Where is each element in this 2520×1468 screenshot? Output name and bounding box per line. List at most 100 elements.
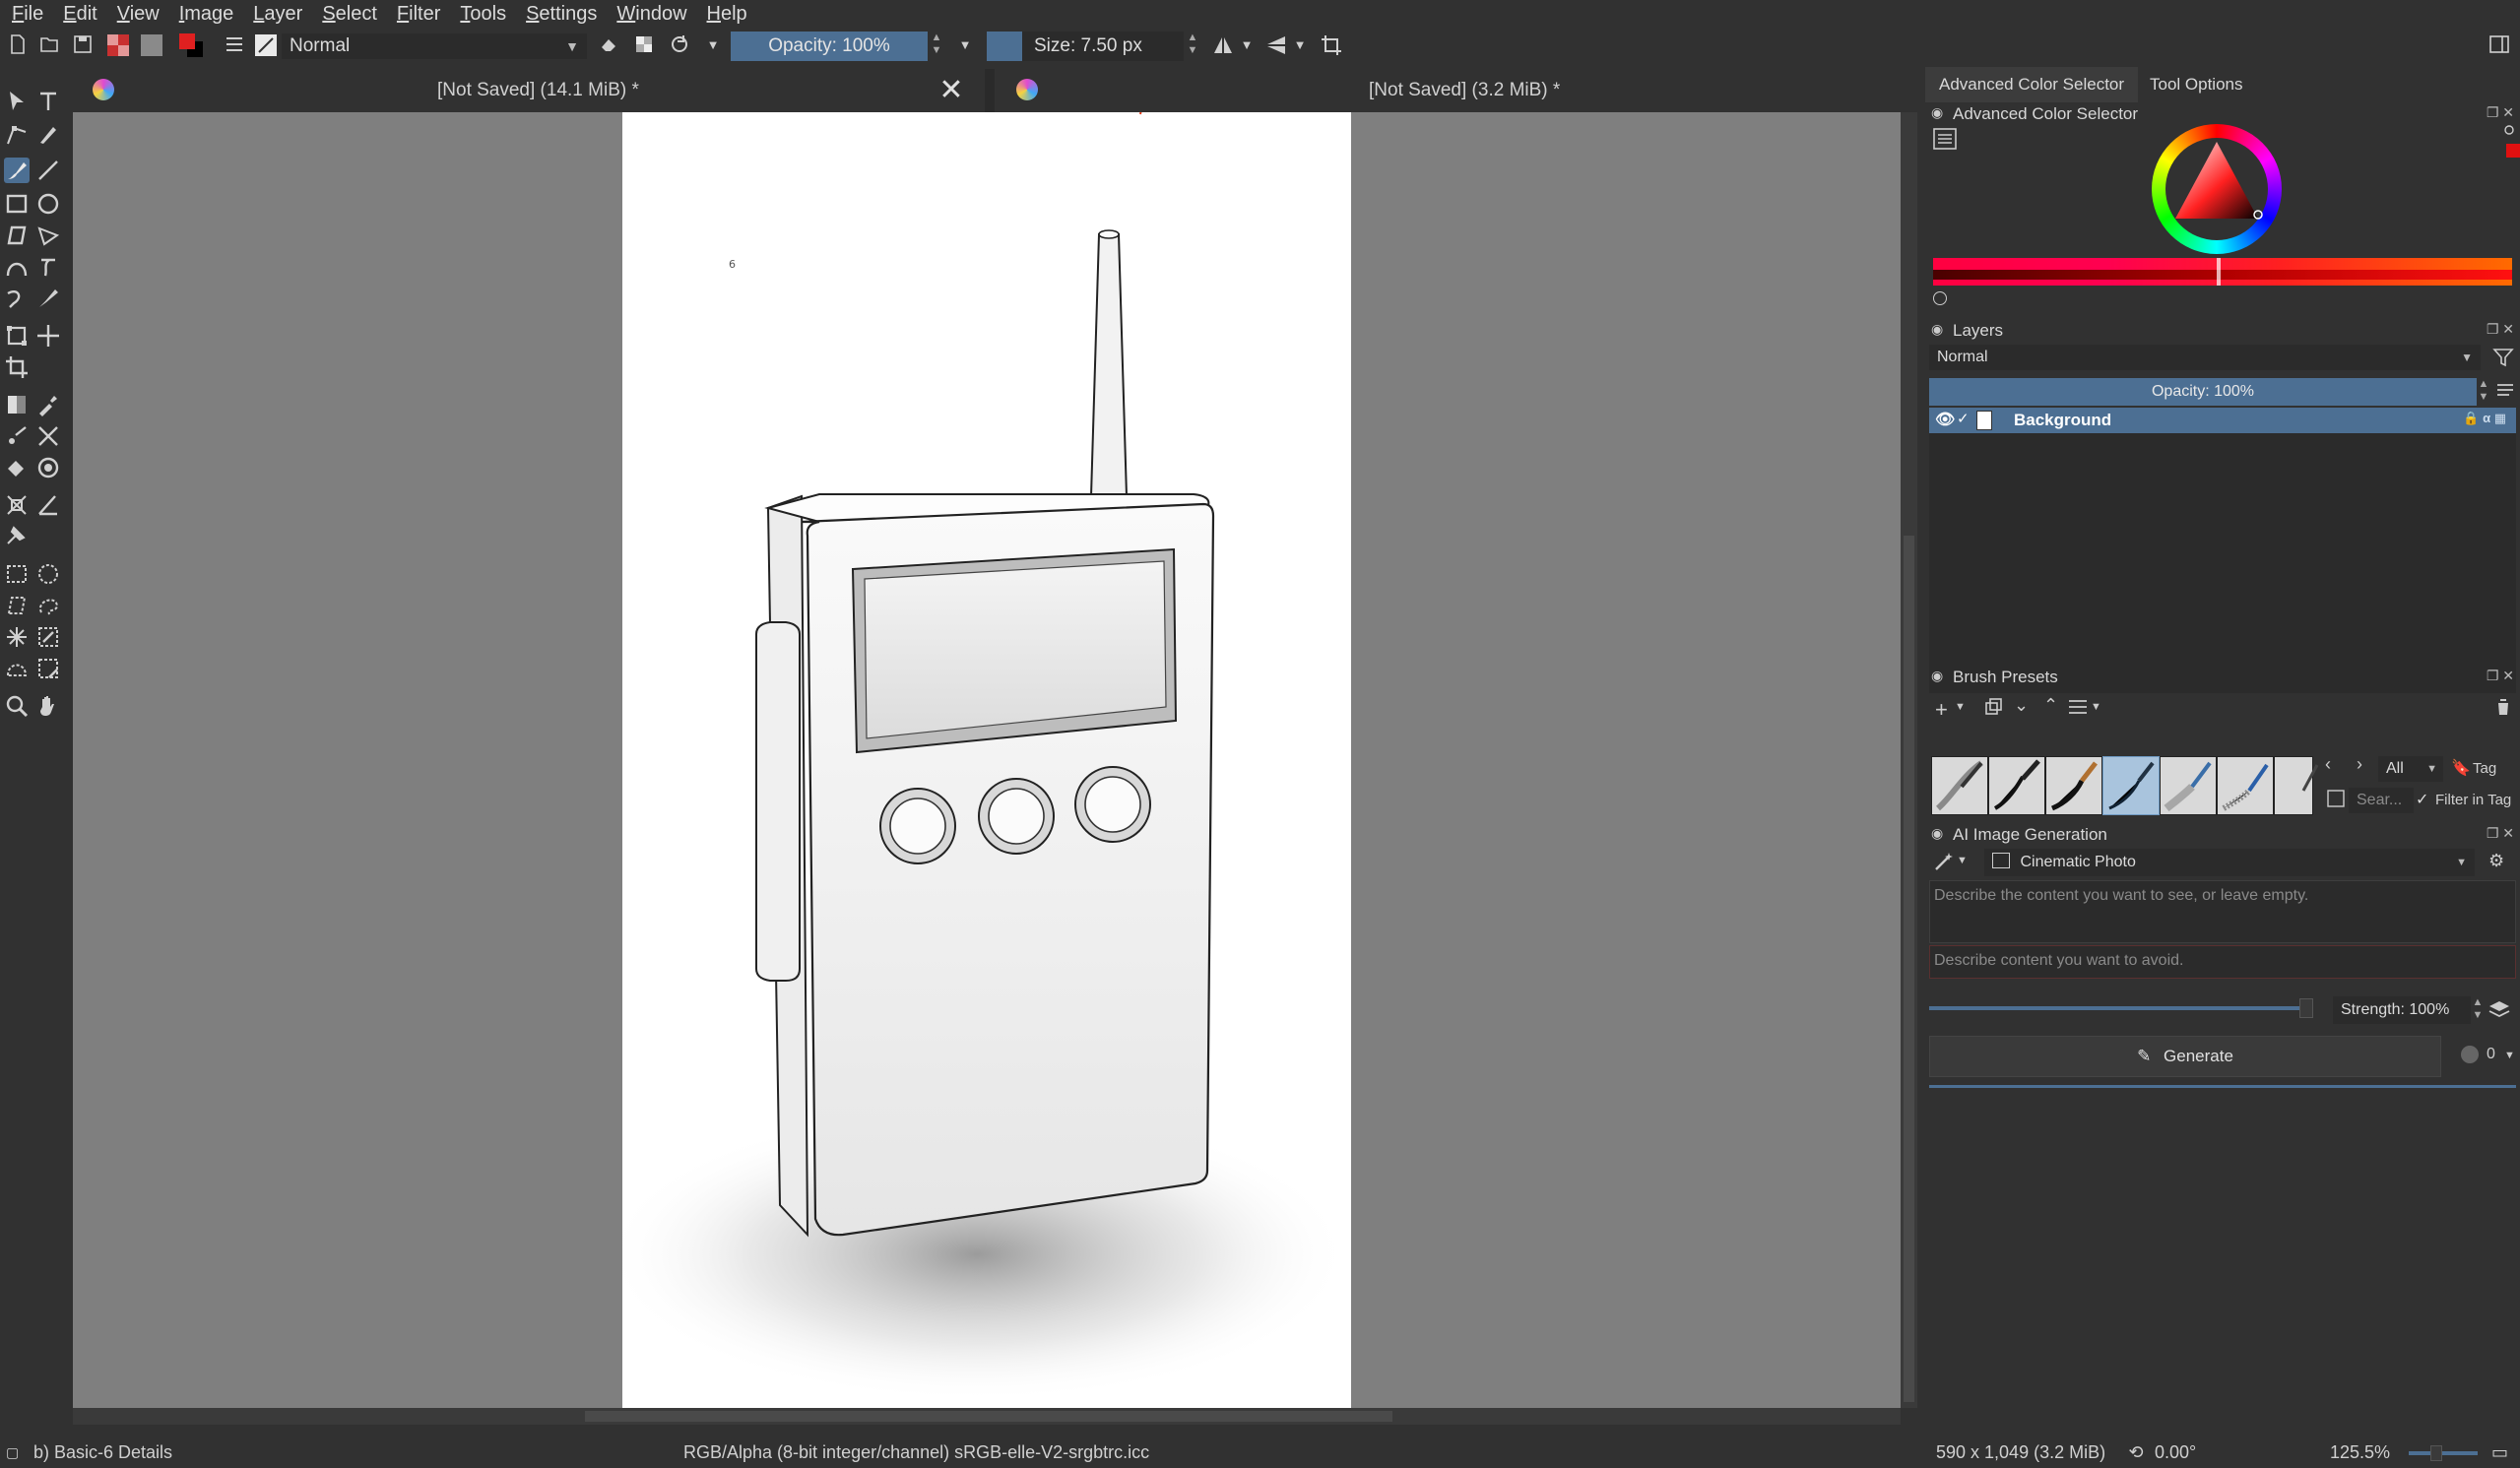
crop-tool-icon[interactable] — [4, 354, 30, 380]
queue-layers-icon[interactable] — [2487, 998, 2512, 1027]
chevron-left-icon[interactable]: ‹ — [2325, 754, 2331, 775]
freehand-brush-icon[interactable] — [4, 158, 30, 183]
fill-tool-icon[interactable] — [4, 455, 30, 480]
layer-opacity-spinner[interactable]: ▲ ▼ — [2477, 378, 2490, 406]
panel-float-close-icons[interactable]: ❐ ✕ — [2487, 825, 2514, 842]
visibility-eye-icon[interactable]: 👁 — [1935, 410, 1955, 429]
menu-help[interactable]: Help — [707, 3, 747, 26]
tab-document-1[interactable]: [Not Saved] (14.1 MiB) * ✕ — [71, 69, 985, 112]
menu-file[interactable]: File — [12, 3, 43, 26]
horizontal-scrollbar[interactable] — [73, 1408, 1901, 1425]
layer-options-icon[interactable] — [2494, 380, 2516, 407]
brush-preset-item[interactable] — [1988, 756, 2045, 815]
eraser-mode-icon[interactable] — [597, 33, 620, 57]
style-preset-dropdown[interactable]: Cinematic Photo ▼ — [1984, 849, 2475, 876]
menu-window[interactable]: Window — [616, 3, 686, 26]
brush-preset-item[interactable] — [2160, 756, 2217, 815]
panel-float-close-icons[interactable]: ❐ ✕ — [2487, 668, 2514, 684]
contiguous-select-icon[interactable] — [4, 624, 30, 650]
opacity-slider[interactable]: Opacity: 100% — [731, 32, 928, 61]
menu-layer[interactable]: Layer — [253, 3, 302, 26]
saturation-value-triangle[interactable] — [2152, 124, 2282, 254]
select-shapes-icon[interactable] — [4, 89, 30, 114]
transform-tool-icon[interactable] — [4, 323, 30, 349]
pattern-preset-icon[interactable] — [140, 33, 163, 57]
close-icon[interactable]: ✕ — [937, 76, 965, 105]
zoom-tool-icon[interactable] — [4, 693, 30, 719]
enclose-fill-icon[interactable] — [35, 455, 61, 480]
menu-view[interactable]: View — [117, 3, 160, 26]
polyline-tool-icon[interactable] — [35, 223, 61, 248]
filter-icon[interactable] — [2492, 347, 2514, 373]
calligraphy-icon[interactable] — [35, 122, 61, 148]
vertical-scrollbar[interactable] — [1901, 112, 1917, 1408]
polygon-tool-icon[interactable] — [4, 223, 30, 248]
delete-layer-icon[interactable] — [2494, 697, 2512, 722]
smart-patch-icon[interactable] — [4, 423, 30, 449]
panel-float-close-icons[interactable]: ❐ ✕ — [2487, 104, 2514, 121]
strength-spinner[interactable]: ▲ ▼ — [2471, 996, 2485, 1024]
chevron-down-icon[interactable]: ▼ — [953, 33, 977, 57]
menu-edit[interactable]: Edit — [63, 3, 97, 26]
size-slider[interactable]: Size: 7.50 px — [987, 32, 1184, 61]
tab-tool-options[interactable]: Tool Options — [2136, 67, 2257, 102]
brush-preset-item[interactable] — [1931, 756, 1988, 815]
lock-icon[interactable] — [2503, 124, 2514, 140]
lock-icon[interactable]: ◉ — [1931, 321, 1943, 338]
chevron-down-icon[interactable]: ▼ — [1955, 701, 1966, 713]
tab-advanced-color-selector[interactable]: Advanced Color Selector — [1925, 67, 2139, 102]
scroll-thumb[interactable] — [1904, 536, 1914, 1402]
batch-count[interactable]: 0 — [2487, 1046, 2495, 1063]
tag-filter-dropdown[interactable]: All ▼ — [2378, 756, 2443, 782]
lock-icon[interactable]: ◉ — [1931, 104, 1943, 121]
tag-label[interactable]: Tag — [2473, 760, 2496, 777]
layer-properties-icon[interactable] — [2067, 697, 2089, 722]
chevron-down-icon[interactable]: ▼ — [1288, 33, 1312, 57]
menu-filter[interactable]: Filter — [397, 3, 440, 26]
move-layer-up-icon[interactable]: ⌃ — [2043, 695, 2058, 716]
settings-gear-icon[interactable]: ⚙ — [2488, 851, 2504, 871]
size-spinner[interactable]: ▲ ▼ — [1186, 32, 1199, 61]
negative-prompt-input[interactable]: Describe content you want to avoid. — [1929, 945, 2516, 979]
layer-lock-alpha-icons[interactable]: 🔒 α ▦ — [2463, 411, 2506, 426]
text-tool-icon[interactable] — [35, 89, 61, 114]
brush-preset-item[interactable] — [2274, 756, 2319, 815]
duplicate-layer-icon[interactable] — [1984, 697, 2004, 722]
freehand-path-icon[interactable] — [35, 254, 61, 280]
strength-spinbox[interactable]: Strength: 100% — [2333, 996, 2471, 1024]
add-layer-icon[interactable]: + — [1935, 697, 1948, 723]
brush-settings-icon[interactable] — [223, 33, 246, 57]
layer-blend-mode-dropdown[interactable]: Normal ▼ — [1929, 345, 2481, 370]
docker-layout-icon[interactable] — [2488, 33, 2511, 57]
generate-button[interactable]: ✎ Generate — [1929, 1036, 2441, 1077]
mirror-horizontal-icon[interactable] — [1211, 33, 1235, 57]
edit-shapes-icon[interactable] — [4, 122, 30, 148]
strength-slider-track[interactable] — [1929, 1006, 2303, 1010]
bookmark-icon[interactable]: 🔖 — [2451, 758, 2471, 778]
chevron-down-icon[interactable]: ▼ — [701, 33, 725, 57]
color-selector-settings-icon[interactable] — [1933, 128, 1957, 155]
menu-image[interactable]: Image — [179, 3, 234, 26]
rotation-icon[interactable]: ⟲ — [2117, 1437, 2155, 1468]
rect-select-icon[interactable] — [4, 561, 30, 587]
chevron-down-icon[interactable]: ▼ — [1235, 33, 1259, 57]
measure-tool-icon[interactable] — [4, 492, 30, 518]
lock-icon[interactable]: ◉ — [1931, 825, 1943, 842]
hue-strip[interactable] — [1933, 258, 2512, 286]
strength-slider-handle[interactable] — [2299, 998, 2313, 1018]
ellipse-tool-icon[interactable] — [35, 191, 61, 217]
hue-ring[interactable] — [2152, 124, 2282, 254]
gradient-preset-icon[interactable] — [106, 33, 130, 57]
lock-icon[interactable]: ◉ — [1931, 668, 1943, 684]
opacity-spinner[interactable]: ▲ ▼ — [930, 32, 943, 61]
menu-tools[interactable]: Tools — [460, 3, 506, 26]
mirror-vertical-icon[interactable] — [1264, 33, 1288, 57]
blend-mode-dropdown[interactable]: Normal ▼ — [282, 33, 587, 59]
similar-select-icon[interactable] — [35, 624, 61, 650]
menu-select[interactable]: Select — [322, 3, 377, 26]
polygon-select-icon[interactable] — [4, 593, 30, 618]
reference-pin-icon[interactable] — [4, 522, 30, 547]
brush-preset-item[interactable] — [2045, 756, 2102, 815]
rectangle-tool-icon[interactable] — [4, 191, 30, 217]
brush-preset-item[interactable] — [2217, 756, 2274, 815]
